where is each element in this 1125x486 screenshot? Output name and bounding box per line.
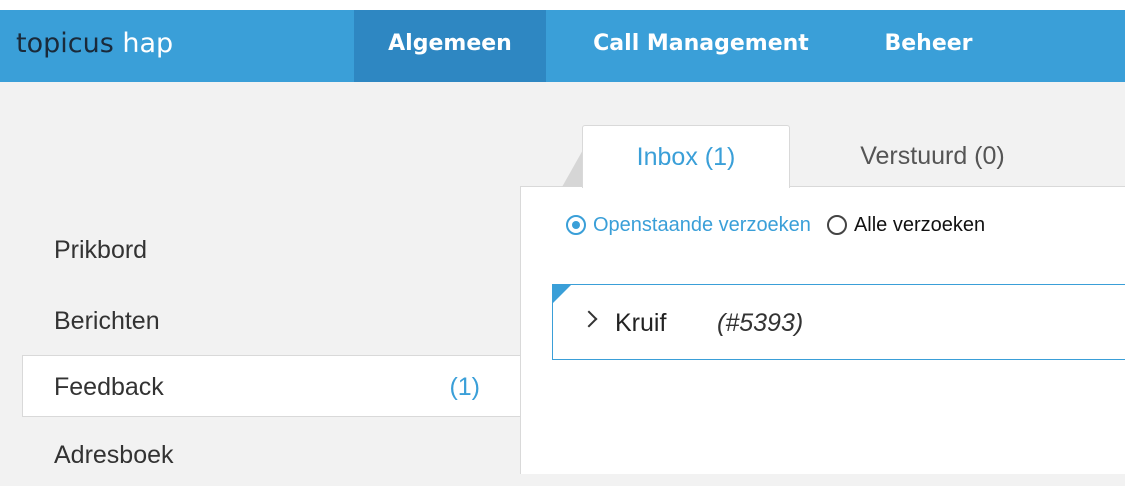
nav-beheer[interactable]: Beheer (856, 10, 1001, 82)
tab-corner-decoration (562, 148, 584, 187)
top-navbar: topicus hap Algemeen Call Management Beh… (0, 10, 1125, 82)
request-id: (#5393) (717, 309, 804, 337)
sidebar-item-berichten[interactable]: Berichten (22, 290, 520, 352)
nav-algemeen[interactable]: Algemeen (354, 10, 546, 82)
request-filter: Openstaande verzoeken Alle verzoeken (566, 207, 1001, 243)
card-corner-marker (552, 284, 572, 304)
sidebar-item-prikbord[interactable]: Prikbord (22, 219, 520, 281)
request-name: Kruif (615, 309, 667, 337)
logo-text-hap: hap (113, 28, 174, 59)
sidebar-item-label: Prikbord (54, 236, 148, 264)
app-logo[interactable]: topicus hap (16, 10, 173, 82)
sidebar-item-label: Adresboek (54, 441, 174, 469)
feedback-count-badge: (1) (449, 373, 480, 401)
filter-all-label[interactable]: Alle verzoeken (854, 207, 985, 243)
sidebar-item-label: Feedback (54, 373, 164, 401)
chevron-right-icon[interactable] (580, 310, 598, 328)
sidebar-item-label: Berichten (54, 307, 160, 335)
request-card[interactable]: Kruif (#5393) (552, 284, 1125, 360)
sidebar-item-adresboek[interactable]: Adresboek (22, 424, 520, 486)
sidebar-item-feedback[interactable]: Feedback (1) (22, 355, 520, 417)
tab-inbox[interactable]: Inbox (1) (582, 125, 790, 188)
radio-checked-icon[interactable] (566, 215, 586, 235)
radio-unchecked-icon[interactable] (826, 215, 847, 235)
logo-text-topicus: topicus (16, 28, 114, 59)
filter-open-label[interactable]: Openstaande verzoeken (593, 207, 811, 243)
tab-verstuurd[interactable]: Verstuurd (0) (800, 125, 1065, 187)
nav-call-management[interactable]: Call Management (546, 10, 856, 82)
